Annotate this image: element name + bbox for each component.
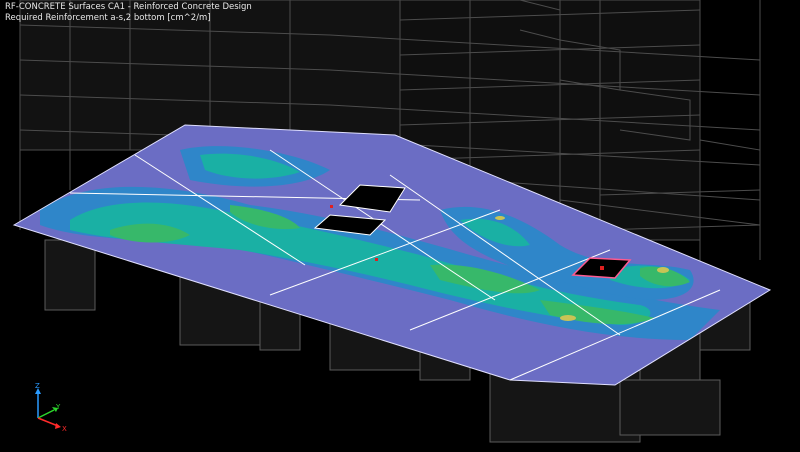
result-title: RF-CONCRETE Surfaces CA1 - Reinforced Co… xyxy=(5,2,252,12)
x-axis-label: X xyxy=(62,425,67,433)
result-header: RF-CONCRETE Surfaces CA1 - Reinforced Co… xyxy=(5,2,252,24)
z-axis-label: Z xyxy=(35,382,40,390)
result-subtitle: Required Reinforcement a-s,2 bottom [cm^… xyxy=(5,13,211,23)
y-axis-label: Y xyxy=(55,403,61,411)
y-axis-line xyxy=(37,409,55,419)
x-axis-line xyxy=(37,417,59,427)
model-viewport[interactable]: Z Y X RF-CONCRETE Surfaces CA1 - Reinfor… xyxy=(0,0,800,452)
x-axis-arrow-icon xyxy=(55,423,61,429)
model-3d-view: Z Y X xyxy=(12,0,772,443)
axis-triad: Z Y X xyxy=(35,382,67,433)
